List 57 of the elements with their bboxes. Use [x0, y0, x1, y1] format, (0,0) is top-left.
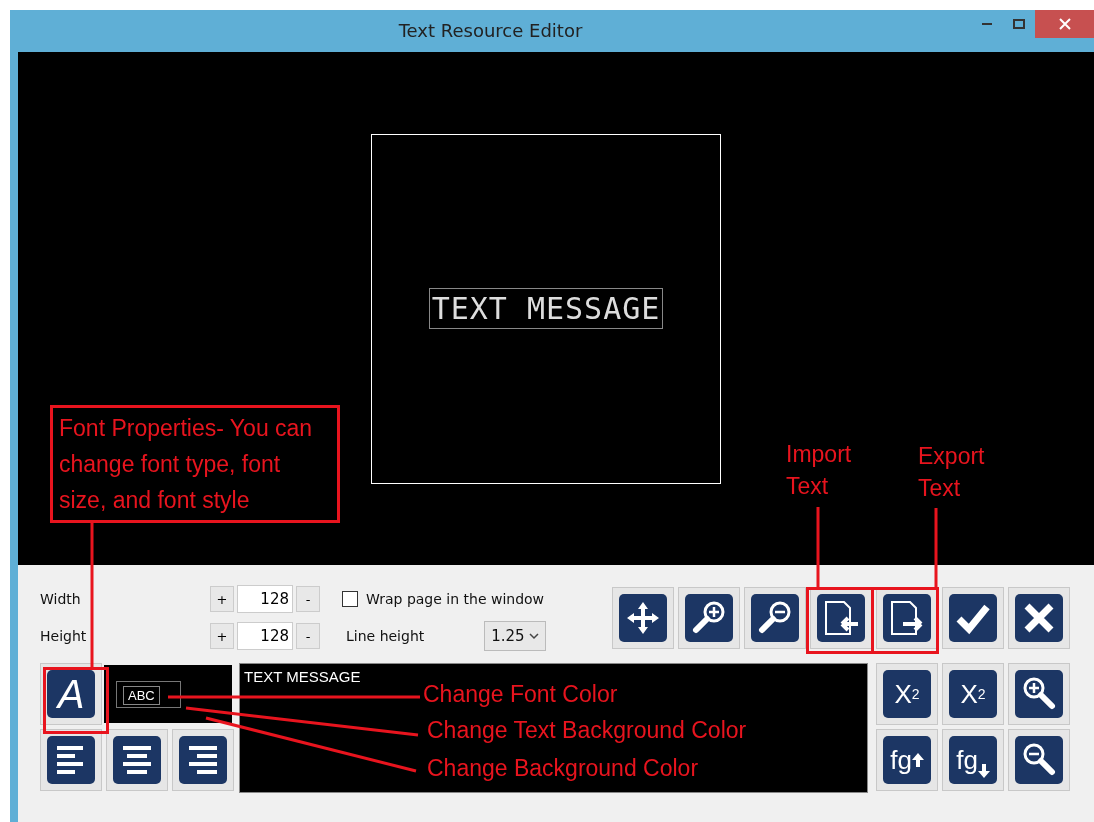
highlight-frame [43, 667, 109, 734]
checkbox[interactable] [342, 591, 358, 607]
export-button[interactable] [876, 587, 938, 649]
callout-label: Export Text [918, 442, 986, 503]
align-left-button[interactable] [40, 729, 102, 791]
minimize-icon [982, 23, 992, 25]
zoom-out-icon [1015, 736, 1063, 784]
color-preview[interactable]: ABC [104, 665, 232, 723]
checkbox-label: Wrap page in the window [366, 591, 545, 607]
up-arrow-icon [911, 753, 924, 767]
move-button[interactable] [612, 587, 674, 649]
callout-label: Import Text [786, 440, 853, 501]
confirm-button[interactable] [942, 587, 1004, 649]
align-right-button[interactable] [172, 729, 234, 791]
import-button[interactable] [810, 587, 872, 649]
zoom-out-button[interactable] [744, 587, 806, 649]
line-height-dropdown[interactable]: 1.25 [484, 621, 546, 651]
callout-label: Change Text Background Color [427, 717, 747, 744]
preview-text: TEXT MESSAGE [428, 288, 664, 329]
callout-box: Font Properties- You can change font type, font size, and font style [50, 405, 340, 523]
send-backward-button[interactable]: fg [942, 729, 1004, 791]
zoom-in-icon [1015, 670, 1063, 718]
size-field[interactable]: 128 [237, 622, 293, 650]
decrement-button[interactable]: - [296, 586, 320, 612]
increment-button[interactable]: + [210, 623, 234, 649]
close-icon [1015, 594, 1063, 642]
callout-label: Change Background Color [427, 755, 699, 782]
zoom-out-icon [751, 594, 799, 642]
superscript-button[interactable]: X$^{2}$ [876, 663, 938, 725]
align-center-icon [113, 736, 161, 784]
down-arrow-icon [977, 764, 990, 778]
align-right-icon [179, 736, 227, 784]
align-left-icon [47, 736, 95, 784]
close-icon [1058, 18, 1071, 30]
bring-forward-button[interactable]: fg [876, 729, 938, 791]
line-height-label: Line height [346, 628, 425, 644]
zoom-in-button[interactable] [678, 587, 740, 649]
increment-button[interactable]: + [210, 586, 234, 612]
zoom-in-button[interactable] [1008, 663, 1070, 725]
highlight-frame [871, 587, 939, 654]
window-title: Text Resource Editor [397, 19, 584, 41]
check-icon [949, 594, 997, 642]
font-button[interactable]: A [40, 663, 102, 725]
move-arrows-icon [619, 594, 667, 642]
size-label: Width [40, 591, 82, 607]
cancel-button[interactable] [1008, 587, 1070, 649]
close-button[interactable] [1035, 10, 1094, 38]
zoom-out-button[interactable] [1008, 729, 1070, 791]
size-label: Height [40, 628, 88, 644]
maximize-icon [1013, 19, 1025, 29]
decrement-button[interactable]: - [296, 623, 320, 649]
zoom-in-icon [685, 594, 733, 642]
highlight-frame [806, 587, 874, 654]
size-field[interactable]: 128 [237, 585, 293, 613]
callout-label: Change Font Color [423, 681, 618, 708]
caret-icon [528, 632, 539, 640]
align-center-button[interactable] [106, 729, 168, 791]
